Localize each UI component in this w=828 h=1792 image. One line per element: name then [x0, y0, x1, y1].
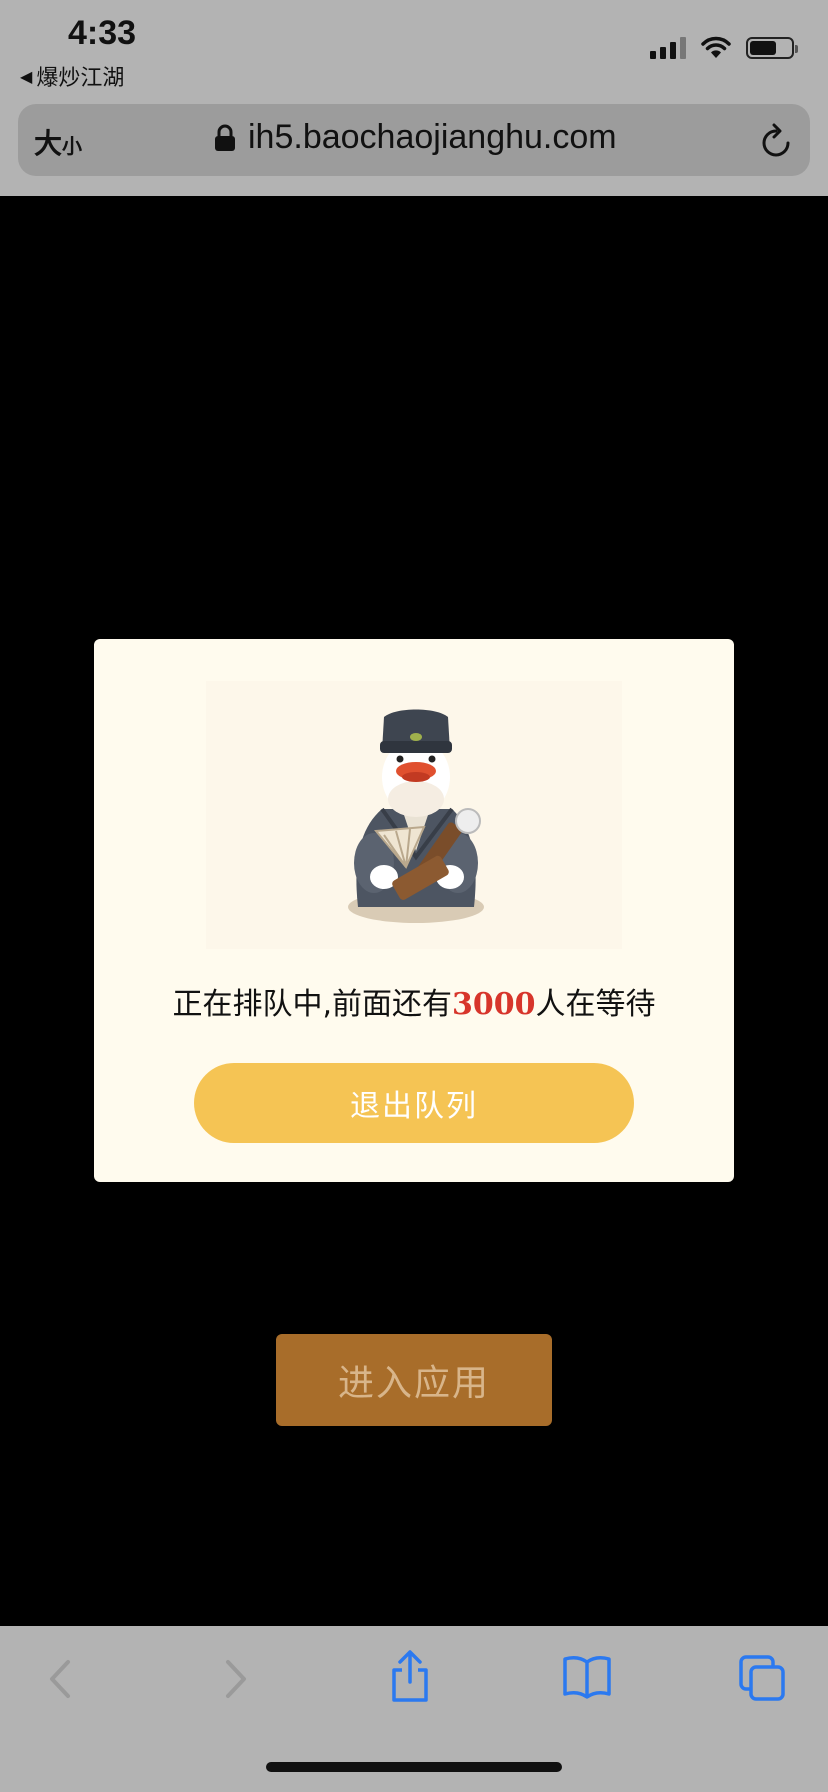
url-text: ih5.baochaojianghu.com: [248, 118, 617, 156]
queue-prefix: 正在排队中,前面还有: [172, 987, 453, 1022]
queue-suffix: 人在等待: [535, 987, 656, 1022]
home-indicator: [266, 1762, 562, 1772]
text-size-large-label: 大: [34, 127, 63, 160]
enter-app-button[interactable]: 进入应用: [276, 1334, 552, 1426]
back-triangle-icon: ◀: [20, 66, 33, 86]
tabs-icon[interactable]: [738, 1654, 786, 1702]
browser-top-bar: 4:33 ◀ 爆炒江湖 大小 ih5.baochaojianghu.com: [0, 0, 828, 196]
back-app-label: 爆炒江湖: [36, 66, 125, 91]
cellular-signal-icon: [650, 37, 686, 59]
exit-queue-button[interactable]: 退出队列: [194, 1063, 634, 1143]
text-size-small-label: 小: [62, 134, 83, 158]
queue-status-text: 正在排队中,前面还有3000人在等待: [94, 979, 734, 1023]
forward-icon[interactable]: [222, 1656, 252, 1702]
address-bar[interactable]: 大小 ih5.baochaojianghu.com: [18, 104, 810, 176]
mascot-image: [206, 681, 622, 949]
back-icon[interactable]: [44, 1656, 74, 1702]
lock-icon: [215, 124, 235, 151]
queue-modal: 正在排队中,前面还有3000人在等待 退出队列: [94, 639, 734, 1182]
back-to-app-link[interactable]: ◀ 爆炒江湖: [20, 60, 124, 92]
text-size-button[interactable]: 大小: [34, 122, 82, 162]
status-icons: [650, 36, 798, 60]
duck-scholar-mascot-icon: [348, 709, 484, 923]
share-icon[interactable]: [388, 1648, 432, 1704]
wifi-icon: [701, 36, 731, 58]
reload-icon[interactable]: [758, 122, 794, 160]
bookmarks-icon[interactable]: [562, 1654, 612, 1700]
status-time: 4:33: [68, 14, 137, 52]
queue-count: 3000: [452, 987, 536, 1022]
battery-icon: [746, 37, 798, 59]
url-display[interactable]: ih5.baochaojianghu.com: [214, 118, 617, 157]
